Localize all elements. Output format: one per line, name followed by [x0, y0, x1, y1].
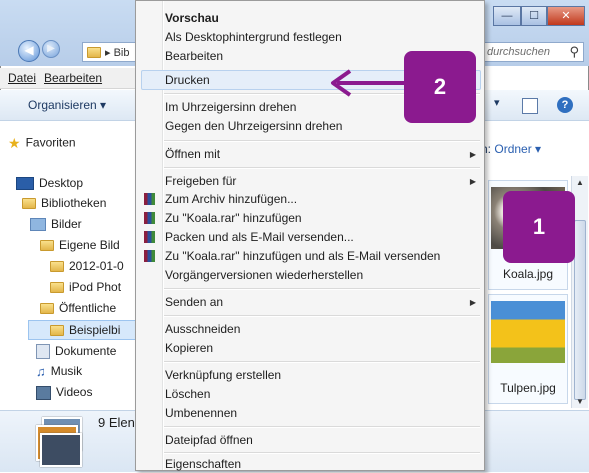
annotation-badge-2: 2 [404, 51, 476, 123]
annotation-layer [331, 69, 404, 97]
annotation-badge-1: 1 [503, 191, 575, 263]
